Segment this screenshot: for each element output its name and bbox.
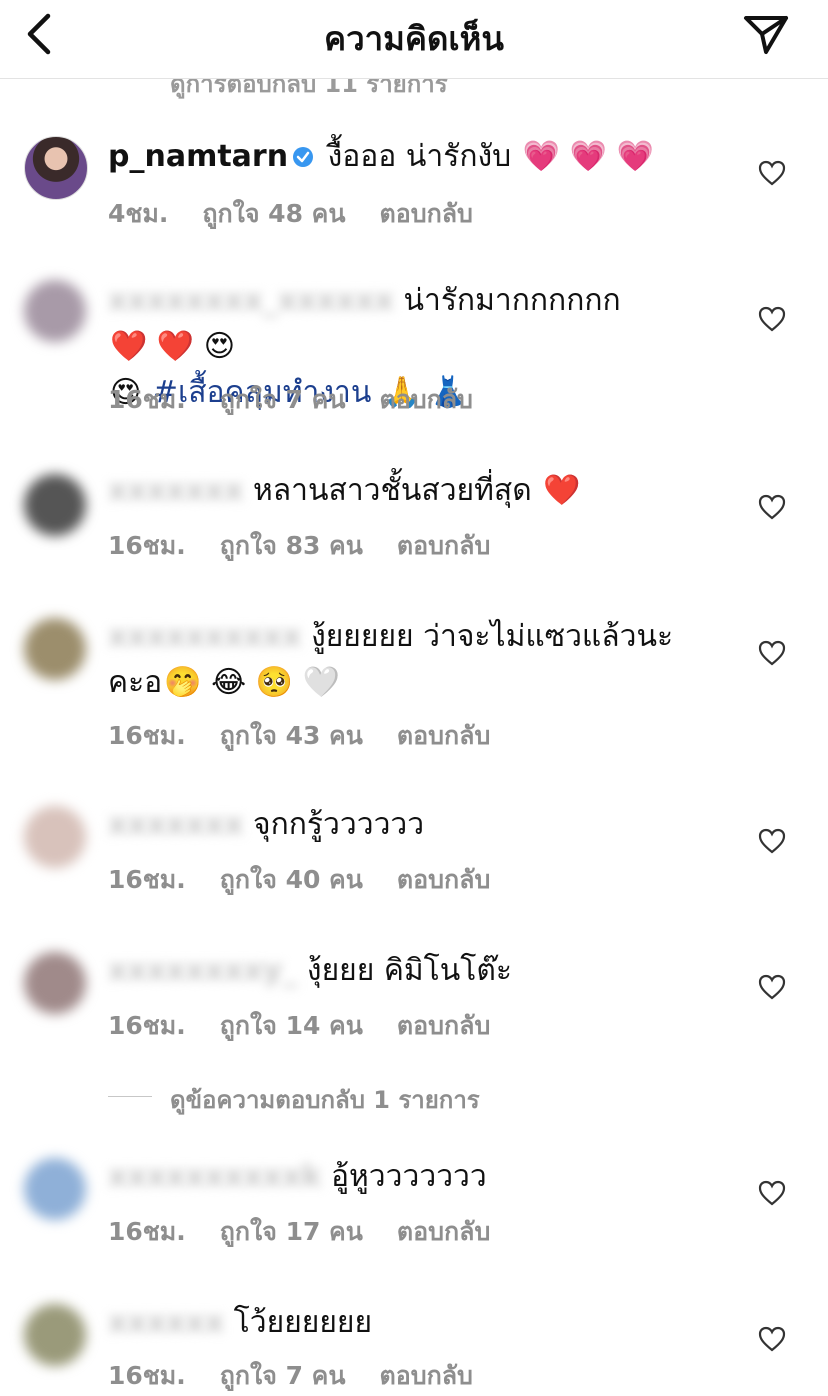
comment-emoji: ❤️ ❤️ 😍 [110,329,236,364]
comment-text-line2: คะอ [108,665,163,700]
avatar[interactable] [24,1304,86,1366]
reply-button[interactable]: ตอบกลับ [379,385,472,414]
comment-username[interactable]: xxxxxxxxxxk [108,1159,321,1194]
heart-icon[interactable] [758,974,786,1000]
comment-text: โว้ยยยยยย [233,1305,373,1340]
comment-likes[interactable]: ถูกใจ 40 คน [220,865,363,894]
comment-username[interactable]: xxxxxx [108,1305,224,1340]
comment-username[interactable]: p_namtarn [108,139,288,174]
heart-icon[interactable] [758,640,786,666]
heart-icon[interactable] [758,160,786,186]
avatar[interactable] [24,952,86,1014]
verified-badge-icon [293,147,314,167]
share-button[interactable] [742,12,790,56]
reply-button[interactable]: ตอบกลับ [379,1361,472,1390]
heart-icon[interactable] [758,306,786,332]
comment-time: 16ชม. [108,1361,186,1390]
reply-button[interactable]: ตอบกลับ [379,199,472,228]
comment-likes[interactable]: ถูกใจ 83 คน [220,531,363,560]
comment-time: 16ชม. [108,531,186,560]
avatar[interactable] [24,1158,86,1220]
comment-text: จุกกรู้วววววว [253,807,425,842]
comment-text: งุ้ยยย คิมิโนโต๊ะ [306,953,513,988]
view-replies-link[interactable]: ดูข้อความตอบกลับ 1 รายการ [170,1080,480,1119]
paper-plane-icon [744,16,788,54]
comment-likes[interactable]: ถูกใจ 14 คน [220,1011,363,1040]
avatar[interactable] [24,474,86,536]
reply-button[interactable]: ตอบกลับ [397,531,490,560]
comment-time: 16ชม. [108,1217,186,1246]
avatar[interactable] [24,280,86,342]
avatar[interactable] [24,136,88,200]
avatar[interactable] [24,806,86,868]
replies-divider [108,1096,152,1097]
comment-time: 4ชม. [108,199,169,228]
comment-time: 16ชม. [108,1011,186,1040]
comment-text: งู้ยยยยย ว่าจะไม่แซวแล้วนะ [311,619,674,654]
reply-button[interactable]: ตอบกลับ [397,721,490,750]
top-nav-bar: ความคิดเห็น [0,0,828,79]
comment-emoji: 💗 💗 💗 [522,139,654,174]
avatar[interactable] [24,618,86,680]
comment-username[interactable]: xxxxxxx [108,473,243,508]
comment-emoji: ❤️ [543,473,581,508]
comment-likes[interactable]: ถูกใจ 17 คน [220,1217,363,1246]
comment-username[interactable]: xxxxxxxxxx [108,619,302,654]
heart-icon[interactable] [758,1326,786,1352]
comment-time: 16ชม. [108,385,186,414]
reply-button[interactable]: ตอบกลับ [397,1011,490,1040]
comment-time: 16ชม. [108,721,186,750]
heart-icon[interactable] [758,494,786,520]
comment-likes[interactable]: ถูกใจ 48 คน [202,199,345,228]
comment-username[interactable]: xxxxxxx [108,807,243,842]
heart-icon[interactable] [758,828,786,854]
heart-icon[interactable] [758,1180,786,1206]
comment-likes[interactable]: ถูกใจ 43 คน [220,721,363,750]
comment-username[interactable]: xxxxxxxx_xxxxxx [108,283,394,318]
comment-emoji: 🤭 😂 🥺 🤍 [164,665,340,700]
comment-username[interactable]: xxxxxxxxy_ [108,953,297,988]
reply-button[interactable]: ตอบกลับ [397,865,490,894]
comment-likes[interactable]: ถูกใจ 7 คน [220,385,346,414]
page-title: ความคิดเห็น [324,19,504,58]
comment-likes[interactable]: ถูกใจ 7 คน [220,1361,346,1390]
comment-text: น่ารักมากกกกกก [403,283,621,318]
comment-time: 16ชม. [108,865,186,894]
comment-text: หลานสาวชั้นสวยที่สุด [253,473,532,508]
comment-text: อู้หูววววววว [331,1159,487,1194]
comment-text: งื้อออ น่ารักงับ [327,139,512,174]
reply-button[interactable]: ตอบกลับ [397,1217,490,1246]
